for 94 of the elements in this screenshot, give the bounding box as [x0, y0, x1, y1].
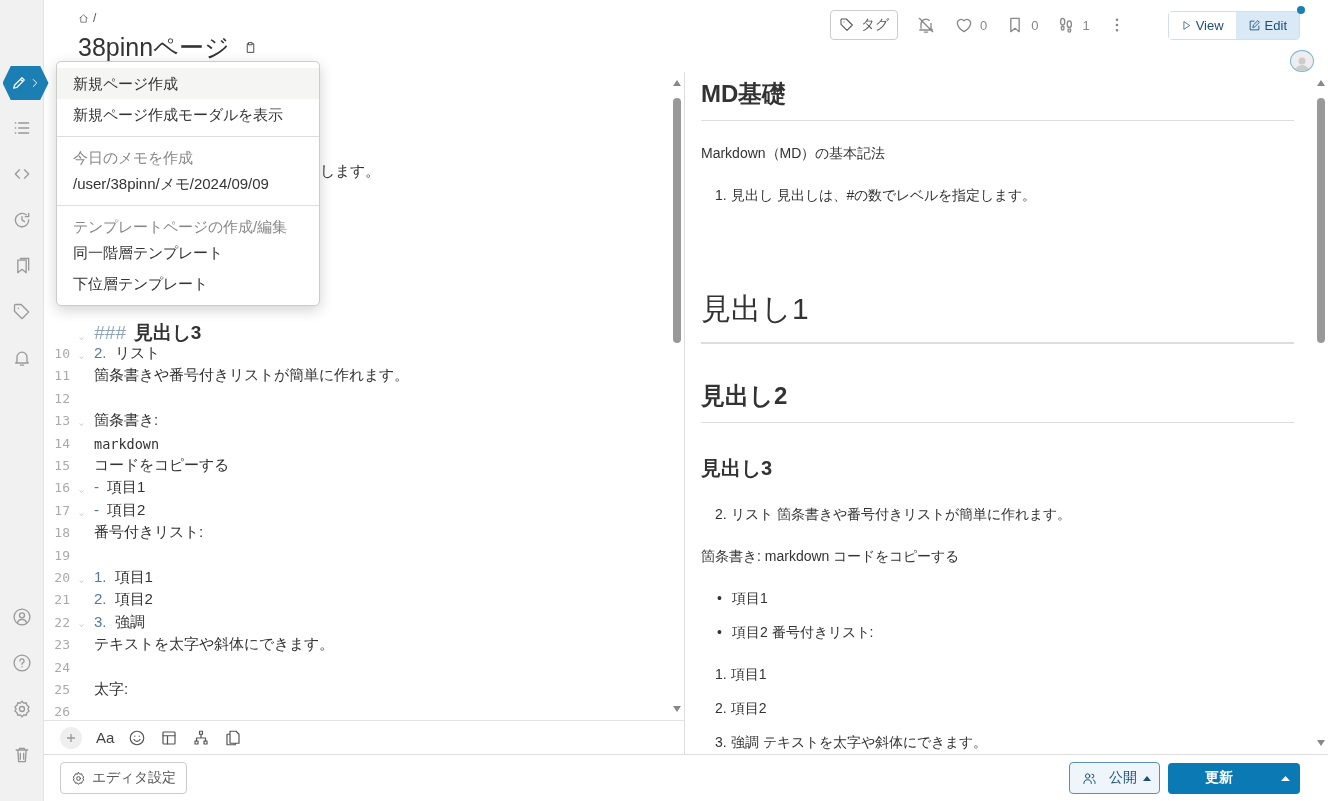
text-format-button[interactable]: Aa: [96, 729, 115, 746]
edit-icon: [1247, 18, 1261, 32]
bookmark-count: 0: [1031, 17, 1039, 33]
code-line: します。: [320, 161, 381, 181]
fold-chevron-icon[interactable]: [77, 334, 86, 343]
list-number: 2.: [715, 506, 727, 524]
user-circle-icon[interactable]: [11, 607, 32, 627]
footprint-count: 1: [1082, 17, 1090, 33]
heading: 見出し1: [701, 289, 1294, 344]
settings-icon: [71, 770, 86, 786]
emoji-icon[interactable]: [128, 728, 147, 747]
tag-icon[interactable]: [11, 302, 32, 322]
paragraph: Markdown（MD）の基本記法: [701, 145, 887, 163]
update-button[interactable]: 更新: [1168, 768, 1270, 788]
menu-item[interactable]: 下位層テンプレート: [57, 268, 319, 299]
list-item: 強調 テキストを太字や斜体にできます。: [730, 734, 987, 752]
users-icon: [1082, 770, 1097, 786]
line-number: 13: [53, 413, 70, 429]
menu-section-header: テンプレートページの作成/編集: [72, 217, 289, 237]
scroll-down-icon[interactable]: [1317, 740, 1325, 746]
line-number: 24: [53, 659, 70, 675]
menu-section-header: 今日のメモを作成: [72, 148, 194, 168]
edit-tab[interactable]: Edit: [1235, 11, 1299, 39]
line-number: 21: [53, 592, 70, 608]
menu-item[interactable]: /user/38pinn/メモ/2024/09/09: [57, 168, 319, 199]
list-number: 1.: [715, 187, 727, 205]
code-line: 箇条書き:: [94, 411, 159, 429]
diagram-icon[interactable]: [192, 728, 211, 747]
like-count: 0: [979, 17, 988, 33]
menu-item[interactable]: 新規ページ作成: [57, 68, 319, 99]
scroll-up-icon[interactable]: [673, 80, 681, 86]
add-icon[interactable]: [60, 726, 82, 749]
scroll-down-icon[interactable]: [673, 706, 681, 712]
line-number: 15: [53, 458, 70, 474]
code-line: 3. 強調: [94, 612, 145, 630]
code-line: 1. 項目1: [94, 568, 153, 585]
list-number: 2.: [715, 700, 727, 718]
breadcrumb[interactable]: /: [93, 11, 97, 25]
line-number: 16: [53, 480, 70, 496]
scroll-up-icon[interactable]: [1317, 80, 1325, 86]
code-line: 2. リスト: [94, 344, 160, 362]
line-number: 22: [53, 614, 70, 630]
list-number: 1.: [715, 666, 727, 684]
scrollbar[interactable]: [1316, 80, 1326, 746]
menu-item[interactable]: 新規ページ作成モーダルを表示: [57, 99, 319, 130]
code-line: テキストを太字や斜体にできます。: [94, 635, 334, 653]
avatar-icon[interactable]: [1290, 50, 1314, 72]
bullet-icon: •: [717, 590, 722, 608]
line-number: 12: [53, 390, 70, 406]
line-number: 17: [53, 502, 70, 518]
copy-icon[interactable]: [224, 728, 243, 747]
paragraph: 箇条書き: markdown コードをコピーする: [701, 548, 961, 566]
tag-icon: [838, 17, 855, 33]
line-number: 10: [53, 346, 70, 362]
list-item: 見出し 見出しは、#の数でレベルを指定します。: [730, 187, 1037, 205]
help-icon[interactable]: [11, 653, 32, 673]
code-line: markdown: [94, 435, 160, 452]
line-number: 18: [53, 525, 70, 541]
bullet-icon: •: [717, 624, 722, 642]
settings-icon[interactable]: [11, 699, 32, 719]
code-line: - 項目2: [94, 500, 146, 518]
line-number: 19: [53, 547, 70, 563]
tag-button[interactable]: タグ: [829, 10, 898, 40]
code-line: 2. 項目2: [94, 590, 153, 608]
code-line: 番号付きリスト:: [94, 523, 204, 541]
list-item: 項目1: [731, 590, 768, 608]
line-number: 20: [53, 570, 70, 585]
code-line: 太字:: [94, 679, 129, 697]
list-number: 3.: [715, 734, 727, 752]
line-number: 14: [53, 435, 70, 451]
list-item: 項目2: [730, 700, 767, 718]
new-page-button[interactable]: [2, 66, 49, 100]
visibility-button[interactable]: 公開: [1069, 762, 1160, 794]
caret-icon: [1143, 775, 1151, 781]
list-item: リスト 箇条書きや番号付きリストが簡単に作れます。: [730, 506, 1071, 524]
heading: 見出し3: [701, 456, 774, 481]
line-number: 26: [53, 704, 70, 720]
heading: 見出し2: [701, 380, 1294, 423]
line-number: 23: [53, 637, 70, 653]
code-line: 箇条書きや番号付きリストが簡単に作れます。: [94, 366, 409, 384]
scrollbar[interactable]: [672, 80, 682, 712]
code-line: コードをコピーする: [94, 456, 229, 474]
list-item: 項目2 番号付きリスト:: [731, 624, 874, 642]
line-number: 25: [53, 681, 70, 697]
table-icon[interactable]: [160, 728, 179, 747]
heading-line: ### 見出し3: [94, 322, 202, 343]
line-number: 11: [53, 368, 70, 384]
page-title: 38pinnページ: [78, 32, 231, 63]
editor-settings-button[interactable]: エディタ設定: [60, 762, 187, 794]
code-line: - 項目1: [94, 478, 146, 496]
document-title: MD基礎: [701, 72, 1294, 121]
home-icon[interactable]: [78, 12, 89, 24]
list-item: 項目1: [730, 666, 767, 684]
menu-item[interactable]: 同一階層テンプレート: [57, 237, 319, 268]
